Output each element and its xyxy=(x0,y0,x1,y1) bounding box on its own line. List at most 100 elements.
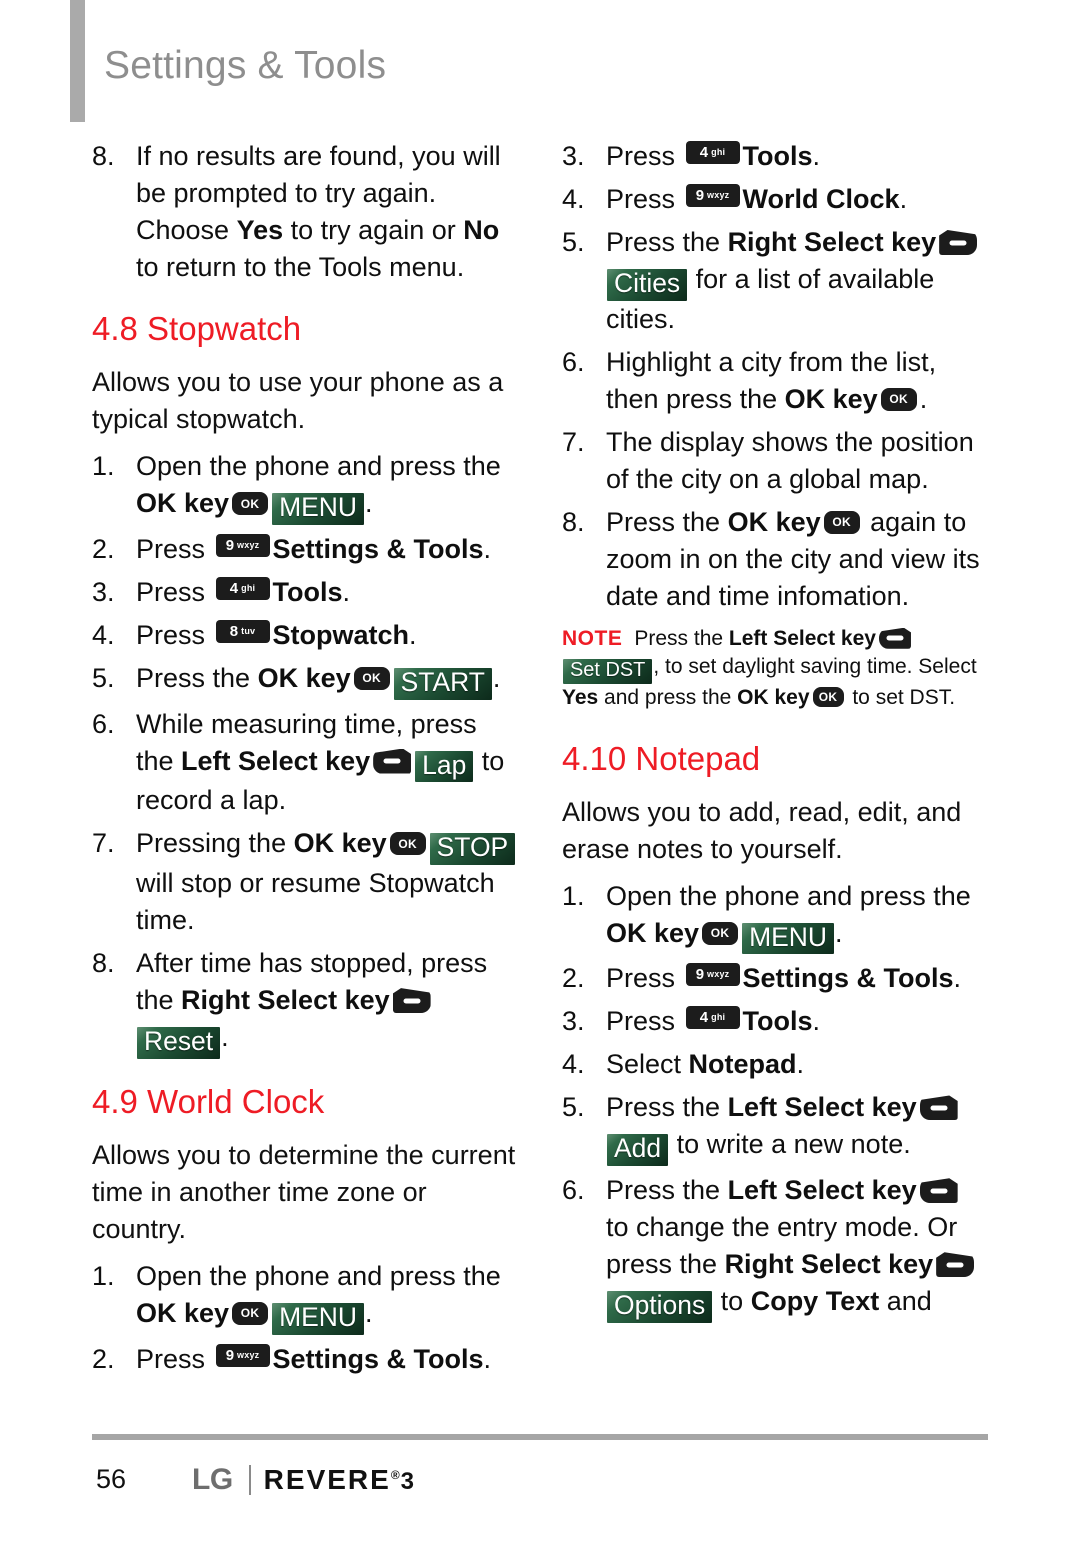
section-heading-stopwatch: 4.8 Stopwatch xyxy=(92,310,302,347)
list-item: 6. While measuring time, press the Left S… xyxy=(92,706,517,820)
page-header: Settings & Tools xyxy=(0,0,1080,126)
list-item-number: 8. xyxy=(92,141,115,171)
right-select-key-label: Right Select key xyxy=(724,1249,934,1280)
ok-key-icon xyxy=(353,666,390,690)
softkey-badge-stop: STOP xyxy=(429,833,516,866)
menu-name: Tools xyxy=(272,576,343,607)
ok-key-label: OK key xyxy=(257,662,351,693)
softkey-badge-options: Options xyxy=(607,1291,713,1323)
footer-divider xyxy=(92,1434,988,1440)
section-heading-notepad: 4.10 Notepad xyxy=(562,739,761,777)
numeric-key-letters: wxyz xyxy=(707,190,730,200)
list-item: 6. Press the Left Select key to change th… xyxy=(562,1172,987,1323)
ok-key-label: OK key xyxy=(737,685,810,709)
ok-key-icon xyxy=(232,1301,269,1325)
list-item-number: 6. xyxy=(562,346,585,377)
right-select-key-icon xyxy=(936,1252,975,1278)
step-text-end: . xyxy=(812,1006,821,1037)
step-text-end: and xyxy=(879,1286,932,1317)
softkey-badge-menu: MENU xyxy=(742,922,834,955)
numeric-key-9-icon: 9 wxyz xyxy=(215,533,270,557)
step-text: The display shows the position of the ci… xyxy=(606,426,974,494)
left-select-key-icon xyxy=(373,748,412,774)
list-item: 8. If no results are found, you will be p… xyxy=(92,138,517,286)
list-item: 3. Press 4 ghi Tools. xyxy=(562,1003,987,1040)
softkey-badge-lap: Lap xyxy=(415,750,474,783)
menu-name: Stopwatch xyxy=(272,619,410,650)
brand-divider xyxy=(248,1465,251,1495)
ok-key-icon xyxy=(812,686,844,707)
list-item: 7. The display shows the position of the … xyxy=(562,424,987,498)
step-text: Press xyxy=(606,963,683,994)
menu-name: Notepad xyxy=(688,1049,797,1080)
step-text: Press the xyxy=(606,1175,728,1206)
right-select-key-label: Right Select key xyxy=(727,227,937,257)
list-item-number: 2. xyxy=(562,963,585,994)
numeric-key-9-icon: 9 wxyz xyxy=(685,963,740,987)
list-item: 8. After time has stopped, press the Righ… xyxy=(92,945,517,1059)
step-text-end: . xyxy=(342,576,351,607)
step-text: Select xyxy=(606,1049,689,1080)
numeric-key-digit: 9 xyxy=(695,187,705,204)
list-item-number: 3. xyxy=(92,576,115,607)
note-text: Press the xyxy=(634,626,729,650)
step-text-end: . xyxy=(953,963,962,994)
note-block: NOTE Press the Left Select key Set DST, to… xyxy=(562,625,987,712)
numeric-key-letters: ghi xyxy=(241,582,256,593)
right-column: 3. Press 4 ghi Tools. 4. Press 9 wxyz World Cl… xyxy=(562,138,987,1329)
step-text-end: . xyxy=(812,141,821,171)
menu-name: Settings & Tools xyxy=(272,533,484,564)
section-heading-world-clock: 4.9 World Clock xyxy=(92,1082,325,1120)
list-item-text-end: to return to the Tools menu. xyxy=(136,252,465,282)
left-select-key-label: Left Select key xyxy=(727,1092,917,1123)
registered-mark: ® xyxy=(390,1468,400,1482)
list-item-number: 8. xyxy=(92,948,115,979)
list-item: 2. Press 9 wxyz Settings & Tools. xyxy=(562,960,987,997)
step-text-end: . xyxy=(483,1343,492,1374)
left-select-key-icon xyxy=(919,1178,958,1204)
ok-key-label: OK key xyxy=(136,1297,230,1328)
ok-key-icon xyxy=(823,510,860,534)
softkey-badge-set-dst: Set DST xyxy=(563,658,653,684)
numeric-key-digit: 9 xyxy=(695,966,705,984)
list-item-number: 4. xyxy=(92,619,115,650)
step-text: Open the phone and press the xyxy=(136,1260,501,1291)
ok-key-icon xyxy=(702,921,739,945)
list-item-number: 7. xyxy=(562,426,585,457)
list-item: 8.Press the OK key again to zoom in on t… xyxy=(562,504,987,615)
numeric-key-9-icon: 9 wxyz xyxy=(215,1343,270,1367)
step-text: Press the xyxy=(606,1092,728,1123)
numeric-key-digit: 4 xyxy=(229,579,239,597)
left-column: 8. If no results are found, you will be p… xyxy=(92,138,517,1384)
numeric-key-letters: wxyz xyxy=(707,969,730,980)
softkey-badge-reset: Reset xyxy=(137,1027,221,1059)
numeric-key-letters: wxyz xyxy=(237,539,260,550)
list-item-number: 2. xyxy=(92,533,115,564)
step-text-c: to xyxy=(713,1286,751,1317)
note-text-cont2: and press the xyxy=(598,685,738,709)
numeric-key-letters: ghi xyxy=(711,147,726,157)
menu-name: Settings & Tools xyxy=(272,1343,484,1374)
step-text: Press xyxy=(606,184,683,214)
section-intro-notepad: Allows you to add, read, edit, and erase… xyxy=(562,796,962,864)
left-select-key-icon xyxy=(919,1095,958,1121)
step-text: Press xyxy=(136,619,213,650)
page-title: Settings & Tools xyxy=(104,44,387,87)
ok-key-label: OK key xyxy=(293,828,387,859)
list-item: 1. Open the phone and press the OK key MEN… xyxy=(92,1258,517,1335)
numeric-key-9-icon: 9 wxyz xyxy=(685,184,740,207)
list-item: 3. Press 4 ghi Tools. xyxy=(562,138,987,175)
list-item: 6. Highlight a city from the list, then p… xyxy=(562,344,987,418)
note-label: NOTE xyxy=(562,626,623,650)
list-item-number: 3. xyxy=(562,141,585,171)
list-item: 5. Press the Left Select key Add to write … xyxy=(562,1089,987,1167)
list-item-number: 1. xyxy=(562,880,585,911)
numeric-key-4-icon: 4 ghi xyxy=(685,141,740,164)
product-name-text: REVERE xyxy=(263,1464,391,1495)
ok-key-icon xyxy=(232,492,269,515)
list-item: 4. Press 8 tuv Stopwatch. xyxy=(92,617,517,654)
model-number: 3 xyxy=(400,1468,415,1495)
step-text-end: . xyxy=(796,1049,805,1080)
step-text-end: to write a new note. xyxy=(669,1129,911,1160)
softkey-badge-add: Add xyxy=(607,1134,669,1167)
